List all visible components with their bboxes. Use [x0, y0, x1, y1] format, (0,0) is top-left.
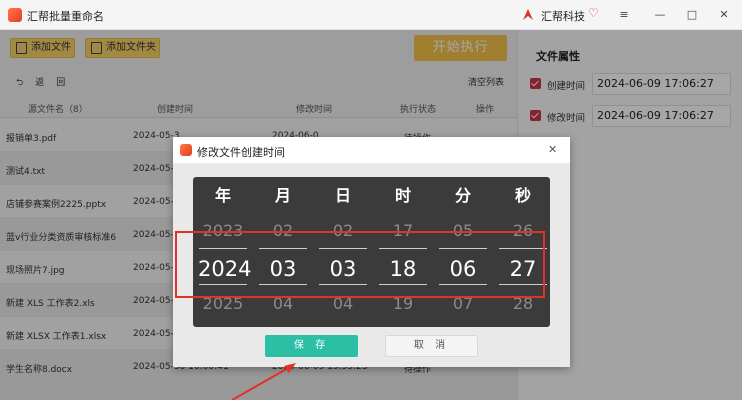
annotation-arrow — [231, 363, 296, 400]
